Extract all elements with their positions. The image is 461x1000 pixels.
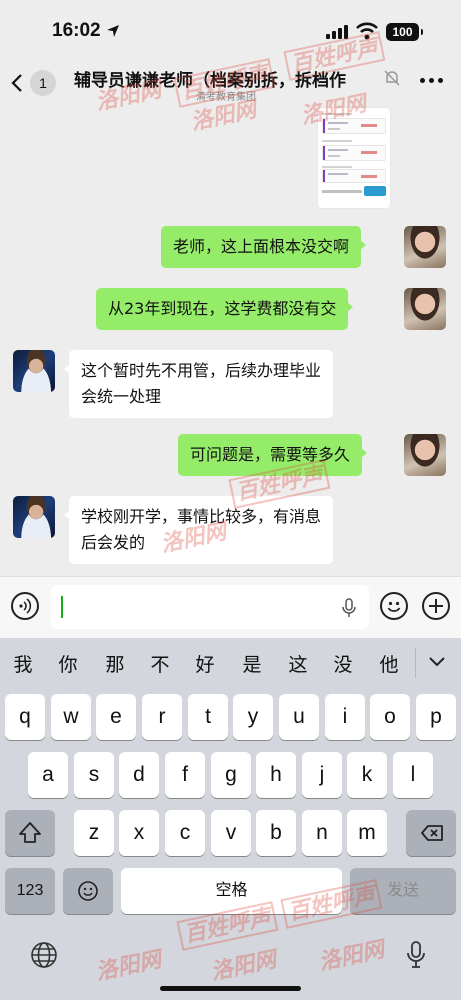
message-text-input[interactable] <box>51 585 369 629</box>
contact-avatar[interactable] <box>13 496 55 538</box>
status-time: 16:02 <box>52 20 101 41</box>
shift-key[interactable] <box>5 810 55 856</box>
message-input-bar <box>0 576 461 638</box>
key-q[interactable]: q <box>5 694 45 740</box>
emoji-button[interactable] <box>380 592 408 620</box>
smiley-icon <box>387 601 401 612</box>
more-options-button[interactable] <box>416 70 446 90</box>
voice-wave-icon <box>19 598 32 614</box>
more-functions-button[interactable] <box>422 592 450 620</box>
home-indicator <box>160 986 301 991</box>
backspace-icon <box>421 825 443 841</box>
candidate-word[interactable]: 我 <box>8 650 38 677</box>
candidate-word[interactable]: 好 <box>190 650 220 677</box>
watermark-source: 洛阳网 <box>93 76 164 116</box>
dictation-microphone-icon[interactable] <box>406 940 426 970</box>
battery-icon: 100 <box>386 23 423 41</box>
chevron-left-icon <box>11 74 22 92</box>
key-n[interactable]: n <box>302 810 342 856</box>
candidate-word[interactable]: 没 <box>328 650 358 677</box>
key-a[interactable]: a <box>28 752 68 798</box>
key-s[interactable]: s <box>74 752 114 798</box>
key-t[interactable]: t <box>188 694 228 740</box>
message-text-line: 会统一处理 <box>81 387 162 406</box>
location-arrow-icon <box>107 25 119 37</box>
image-button <box>364 186 386 196</box>
expand-candidates-button[interactable] <box>415 648 455 678</box>
message-text: 可问题是，需要等多久 <box>190 445 351 464</box>
emoji-face-icon <box>78 881 98 901</box>
candidate-word[interactable]: 那 <box>100 650 130 677</box>
back-button[interactable]: 1 <box>10 66 66 100</box>
key-y[interactable]: y <box>233 694 273 740</box>
key-k[interactable]: k <box>347 752 387 798</box>
image-row-label <box>322 140 352 142</box>
numbers-key[interactable]: 123 <box>5 868 55 914</box>
key-g[interactable]: g <box>211 752 251 798</box>
candidate-word[interactable]: 不 <box>145 650 175 677</box>
key-v[interactable]: v <box>211 810 251 856</box>
candidate-word[interactable]: 他 <box>374 650 404 677</box>
image-record-row <box>322 145 386 161</box>
message-text-line: 这个暂时先不用管，后续办理毕业 <box>81 361 322 380</box>
watermark-source: 洛阳网 <box>188 96 259 136</box>
status-bar: 16:02 100 <box>0 0 461 58</box>
globe-icon[interactable] <box>30 941 58 969</box>
key-i[interactable]: i <box>325 694 365 740</box>
chevron-down-icon <box>429 657 445 667</box>
key-z[interactable]: z <box>74 810 114 856</box>
key-d[interactable]: d <box>119 752 159 798</box>
message-text: 从23年到现在，这学费都没有交 <box>108 299 337 318</box>
my-avatar[interactable] <box>404 288 446 330</box>
shift-arrow-icon <box>19 822 41 843</box>
key-o[interactable]: o <box>370 694 410 740</box>
key-w[interactable]: w <box>51 694 91 740</box>
key-j[interactable]: j <box>302 752 342 798</box>
key-f[interactable]: f <box>165 752 205 798</box>
backspace-key[interactable] <box>406 810 456 856</box>
text-cursor <box>61 596 63 618</box>
image-footer-text <box>322 190 362 193</box>
candidate-word[interactable]: 是 <box>237 650 267 677</box>
my-avatar[interactable] <box>404 434 446 476</box>
key-u[interactable]: u <box>279 694 319 740</box>
candidate-word[interactable]: 这 <box>283 650 313 677</box>
plus-icon <box>429 599 443 613</box>
sent-message-bubble[interactable]: 从23年到现在，这学费都没有交 <box>96 288 354 330</box>
emoji-key[interactable] <box>63 868 113 914</box>
key-e[interactable]: e <box>96 694 136 740</box>
sent-message-bubble[interactable]: 老师，这上面根本没交啊 <box>161 226 367 268</box>
keyboard: 我 你 那 不 好 是 这 没 他 q w e r t y u i o p a … <box>0 638 461 1000</box>
unread-count-badge: 1 <box>30 70 56 96</box>
key-c[interactable]: c <box>165 810 205 856</box>
key-l[interactable]: l <box>393 752 433 798</box>
key-b[interactable]: b <box>256 810 296 856</box>
mute-bell-icon <box>384 70 400 86</box>
candidate-word[interactable]: 你 <box>53 650 83 677</box>
key-r[interactable]: r <box>142 694 182 740</box>
received-message-bubble[interactable]: 这个暂时先不用管，后续办理毕业 会统一处理 <box>63 350 334 418</box>
key-p[interactable]: p <box>416 694 456 740</box>
my-avatar[interactable] <box>404 226 446 268</box>
key-m[interactable]: m <box>347 810 387 856</box>
image-row-label <box>322 166 352 168</box>
contact-avatar[interactable] <box>13 350 55 392</box>
voice-input-button[interactable] <box>11 592 39 620</box>
candidate-bar: 我 你 那 不 好 是 这 没 他 <box>0 638 461 690</box>
microphone-icon[interactable] <box>341 597 357 619</box>
key-x[interactable]: x <box>119 810 159 856</box>
message-text: 老师，这上面根本没交啊 <box>173 237 350 256</box>
key-h[interactable]: h <box>256 752 296 798</box>
image-record-row <box>322 169 386 183</box>
